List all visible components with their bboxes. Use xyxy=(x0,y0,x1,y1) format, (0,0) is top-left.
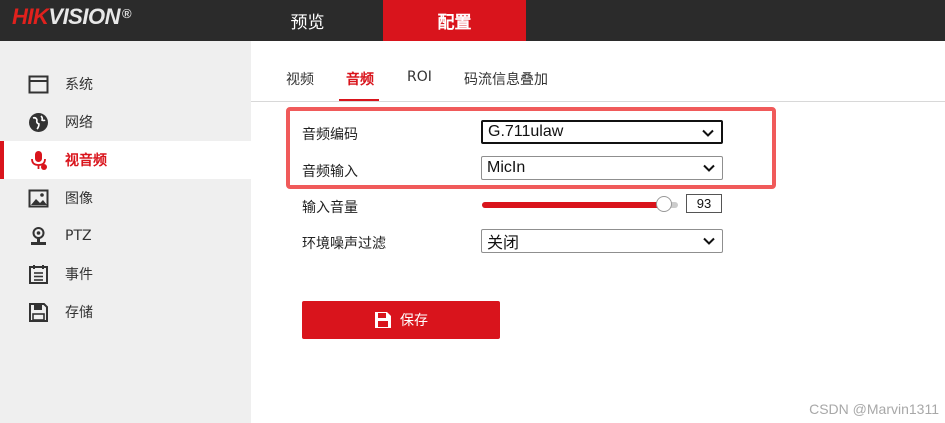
sidebar-item-network[interactable]: 网络 xyxy=(0,103,251,141)
input-volume-value[interactable]: 93 xyxy=(686,194,722,213)
tab-audio[interactable]: 音频 xyxy=(346,69,374,89)
slider-fill xyxy=(482,202,665,208)
tab-video[interactable]: 视频 xyxy=(286,69,314,89)
sidebar-item-label: 网络 xyxy=(65,115,93,131)
sidebar-item-label: PTZ xyxy=(65,228,92,244)
input-volume-slider[interactable] xyxy=(482,196,678,212)
image-icon xyxy=(28,188,49,209)
sidebar-item-label: 视音频 xyxy=(65,153,107,169)
slider-thumb[interactable] xyxy=(656,196,673,212)
noise-filter-select[interactable]: 关闭 xyxy=(481,229,723,253)
globe-icon xyxy=(28,112,49,133)
sidebar-item-ptz[interactable]: PTZ xyxy=(0,217,251,255)
sidebar-item-label: 图像 xyxy=(65,191,93,207)
storage-save-icon xyxy=(28,302,49,323)
sidebar-item-label: 系统 xyxy=(65,77,93,93)
sidebar: 系统 网络 视音频 图像 PTZ 事件 存储 xyxy=(0,41,251,423)
config-tabs: 视频 音频 ROI 码流信息叠加 xyxy=(251,41,945,102)
nav-config[interactable]: 配置 xyxy=(383,0,526,41)
logo-hik-text: HIK xyxy=(12,4,49,29)
event-list-icon xyxy=(28,264,49,285)
active-tab-indicator xyxy=(339,99,379,101)
noise-filter-value: 关闭 xyxy=(487,235,520,252)
sidebar-item-label: 事件 xyxy=(65,267,93,283)
microphone-icon xyxy=(28,150,49,171)
save-icon xyxy=(374,311,392,329)
input-volume-label: 输入音量 xyxy=(302,200,358,216)
sidebar-item-system[interactable]: 系统 xyxy=(0,65,251,103)
csdn-watermark: CSDN @Marvin1311 xyxy=(809,401,939,417)
tab-roi[interactable]: ROI xyxy=(407,69,432,85)
top-bar: HIKVISION ® 预览 配置 xyxy=(0,0,945,41)
sidebar-item-image[interactable]: 图像 xyxy=(0,179,251,217)
chevron-down-icon xyxy=(703,237,715,245)
nav-preview[interactable]: 预览 xyxy=(250,0,365,41)
noise-filter-label: 环境噪声过滤 xyxy=(302,236,386,252)
logo-vision-text: VISION xyxy=(48,4,120,29)
save-button-label: 保存 xyxy=(400,313,428,329)
sidebar-item-label: 存储 xyxy=(65,305,93,321)
sidebar-item-event[interactable]: 事件 xyxy=(0,255,251,293)
registered-mark: ® xyxy=(121,6,132,21)
ptz-icon xyxy=(28,226,49,247)
sidebar-item-storage[interactable]: 存储 xyxy=(0,293,251,331)
save-button[interactable]: 保存 xyxy=(302,301,500,339)
sidebar-item-audio-video[interactable]: 视音频 xyxy=(0,141,251,179)
hikvision-logo[interactable]: HIKVISION ® xyxy=(12,4,132,30)
system-window-icon xyxy=(28,74,49,95)
highlight-annotation-box xyxy=(286,107,776,189)
tab-stream-overlay[interactable]: 码流信息叠加 xyxy=(464,69,548,89)
